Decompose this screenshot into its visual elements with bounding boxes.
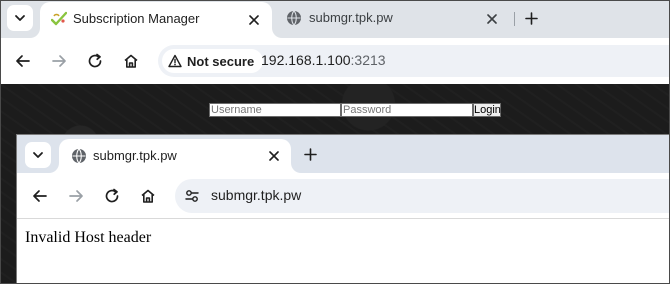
address-bar[interactable]: Not secure 192.168.1.100:3213 [158,45,670,77]
arrow-left-icon [16,55,30,67]
chevron-down-icon [33,152,43,158]
tab-divider [514,12,515,26]
forward-button[interactable] [62,182,90,210]
back-button[interactable] [26,182,54,210]
security-status-chip[interactable]: Not secure [162,49,264,73]
back-button[interactable] [9,47,37,75]
new-tab-button[interactable] [520,7,542,29]
close-tab-button[interactable] [265,147,283,165]
close-icon [487,14,497,24]
url-text[interactable]: 192.168.1.100:3213 [261,52,386,68]
home-button[interactable] [134,182,162,210]
address-bar[interactable]: submgr.tpk.pw [175,179,670,213]
reload-icon [88,53,102,68]
close-icon [249,15,259,25]
globe-icon [72,148,86,164]
username-input[interactable] [209,103,341,117]
home-icon [124,54,138,68]
inner-toolbar: submgr.tpk.pw [17,173,670,219]
close-tab-button[interactable] [483,10,501,28]
site-settings-button[interactable] [180,184,204,208]
forward-button[interactable] [45,47,73,75]
outer-toolbar: Not secure 192.168.1.100:3213 [0,38,670,84]
inner-browser-window: submgr.tpk.pw submgr.tpk.pw Invalid Host… [16,134,670,284]
checkmark-leaf-favicon-icon [51,11,67,26]
url-host: 192.168.1.100 [261,52,351,68]
tab-submgr[interactable]: submgr.tpk.pw [59,139,291,173]
login-form: Login [209,103,501,117]
home-button[interactable] [117,47,145,75]
new-tab-button[interactable] [299,143,321,165]
tab-title: Subscription Manager [73,11,200,26]
arrow-right-icon [69,190,83,202]
chevron-down-icon [15,15,25,21]
error-message: Invalid Host header [25,229,152,246]
url-text[interactable]: submgr.tpk.pw [211,187,301,203]
inner-page-content: Invalid Host header [17,220,670,284]
warning-icon [168,54,182,68]
tab-subscription-manager[interactable]: Subscription Manager [40,2,272,38]
tab-submgr[interactable]: submgr.tpk.pw [276,2,512,36]
tab-title: submgr.tpk.pw [309,10,393,25]
security-label: Not secure [187,53,255,69]
reload-icon [105,188,119,203]
close-tab-button[interactable] [245,11,263,29]
tune-icon [185,190,199,202]
close-icon [269,151,279,161]
url-port: :3213 [350,52,386,68]
outer-tab-strip: Subscription Manager submgr.tpk.pw [0,0,670,38]
plus-icon [303,147,317,161]
home-icon [141,189,155,203]
tab-title: submgr.tpk.pw [93,148,177,163]
reload-button[interactable] [98,182,126,210]
arrow-right-icon [52,55,66,67]
globe-icon [287,10,301,26]
login-button[interactable]: Login [473,103,501,117]
reload-button[interactable] [81,47,109,75]
tab-search-button[interactable] [25,142,51,168]
arrow-left-icon [33,190,47,202]
plus-icon [524,11,538,25]
password-input[interactable] [341,103,473,117]
inner-tab-strip: submgr.tpk.pw [17,135,670,173]
